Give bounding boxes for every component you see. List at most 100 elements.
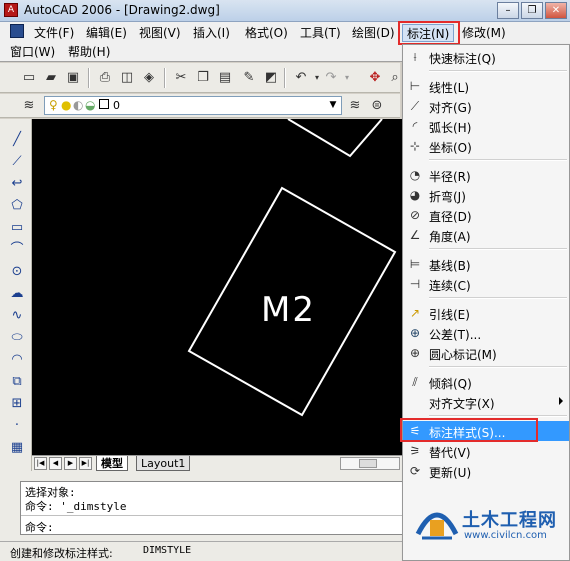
civilcn-logo-icon (415, 512, 459, 540)
menu-item-diameter[interactable]: ⊘ 直径(D) (403, 205, 569, 225)
watermark-title: 土木工程网 (462, 510, 557, 531)
insert-block-icon[interactable]: ⧉ (8, 373, 26, 391)
menu-item-angular[interactable]: ∠ 角度(A) (403, 225, 569, 245)
command-history[interactable]: 选择对象: 命令: '_dimstyle 命令: (20, 481, 404, 535)
draw-toolbar: ╱ ⟋ ↩ ⬠ ▭ ⌒ ⊙ ☁ ∿ ⬭ ◠ ⧉ ⊞ · ▦ (0, 119, 32, 471)
sun-icon[interactable]: ● (61, 98, 71, 112)
baseline-icon: ⊨ (409, 257, 421, 271)
menu-callout-box (398, 21, 460, 45)
watermark: 土木工程网 www.civilcn.com (412, 500, 570, 548)
toolbar-separator (284, 68, 286, 88)
close-button[interactable]: ✕ (545, 2, 567, 19)
menu-item-arc-length[interactable]: ◜ 弧长(H) (403, 116, 569, 136)
menu-item-leader[interactable]: ↗ 引线(E) (403, 303, 569, 323)
menu-item-linear[interactable]: ⊢ 线性(L) (403, 76, 569, 96)
open-icon[interactable]: ▰ (42, 69, 60, 87)
menu-window[interactable]: 窗口(W) (10, 43, 55, 61)
ellipse-icon[interactable]: ⬭ (8, 329, 26, 347)
menu-edit[interactable]: 编辑(E) (86, 24, 127, 42)
scroll-thumb[interactable] (359, 459, 377, 468)
prev-tab-icon[interactable]: ◀ (49, 457, 62, 470)
menu-item-continue[interactable]: ⊣ 连续(C) (403, 274, 569, 294)
block-editor-icon[interactable]: ◩ (262, 69, 280, 87)
construction-line-icon[interactable]: ⟋ (8, 153, 26, 171)
command-prompt[interactable]: 命令: (25, 519, 54, 535)
title-bar: A AutoCAD 2006 - [Drawing2.dwg] – ❐ ✕ (0, 0, 570, 22)
copy-icon[interactable]: ❐ (194, 69, 212, 87)
minimize-button[interactable]: – (497, 2, 519, 19)
menu-item-tolerance[interactable]: ⊕ 公差(T)... (403, 323, 569, 343)
menu-item-oblique[interactable]: ⫽ 倾斜(Q) (403, 372, 569, 392)
menu-item-baseline[interactable]: ⊨ 基线(B) (403, 254, 569, 274)
menu-format[interactable]: 格式(O) (245, 24, 288, 42)
line-icon[interactable]: ╱ (8, 131, 26, 149)
menu-insert[interactable]: 插入(I) (193, 24, 230, 42)
menu-separator (429, 366, 567, 368)
drawing-canvas[interactable]: M2 (32, 119, 404, 455)
window-title: AutoCAD 2006 - [Drawing2.dwg] (24, 3, 220, 17)
plot-icon[interactable]: ◒ (85, 98, 95, 112)
revision-cloud-icon[interactable]: ☁ (8, 285, 26, 303)
tab-model[interactable]: 模型 (96, 456, 128, 471)
publish-icon[interactable]: ◈ (140, 69, 158, 87)
menu-modify[interactable]: 修改(M) (462, 24, 506, 42)
paste-icon[interactable]: ▤ (216, 69, 234, 87)
first-tab-icon[interactable]: |◀ (34, 457, 47, 470)
make-current-icon[interactable]: ≋ (346, 97, 364, 115)
cut-icon[interactable]: ✂ (172, 69, 190, 87)
menu-separator (429, 297, 567, 299)
submenu-arrow-icon (559, 397, 563, 405)
menu-separator (429, 248, 567, 250)
next-tab-icon[interactable]: ▶ (64, 457, 77, 470)
lock-icon[interactable]: ◐ (73, 98, 83, 112)
print-icon[interactable]: ⎙ (96, 69, 114, 87)
layer-manager-icon[interactable]: ≋ (20, 97, 38, 115)
menu-view[interactable]: 视图(V) (139, 24, 181, 42)
center-mark-icon: ⊕ (409, 346, 421, 360)
rectangle-icon[interactable]: ▭ (8, 219, 26, 237)
last-tab-icon[interactable]: ▶| (79, 457, 92, 470)
menu-item-ordinate[interactable]: ⊹ 坐标(O) (403, 136, 569, 156)
document-icon[interactable] (10, 24, 24, 38)
match-properties-icon[interactable]: ✎ (240, 69, 258, 87)
polyline-icon[interactable]: ↩ (8, 175, 26, 193)
menu-item-center-mark[interactable]: ⊕ 圆心标记(M) (403, 343, 569, 363)
circle-icon[interactable]: ⊙ (8, 263, 26, 281)
layer-previous-icon[interactable]: ⊜ (368, 97, 386, 115)
restore-button[interactable]: ❐ (521, 2, 543, 19)
pan-icon[interactable]: ✥ (366, 69, 384, 87)
menu-item-quick-dimension[interactable]: ⟊ 快速标注(Q) (403, 47, 569, 67)
new-icon[interactable]: ▭ (20, 69, 38, 87)
chevron-down-icon[interactable]: ▼ (326, 98, 340, 113)
diameter-icon: ⊘ (409, 208, 421, 222)
preview-icon[interactable]: ◫ (118, 69, 136, 87)
menu-draw[interactable]: 绘图(D) (352, 24, 395, 42)
menu-item-align-text[interactable]: 对齐文字(X) (403, 392, 569, 412)
command-divider (21, 515, 403, 516)
horizontal-scrollbar[interactable] (340, 457, 400, 470)
menu-item-override[interactable]: ⚞ 替代(V) (403, 441, 569, 461)
lightbulb-icon[interactable]: ♀ (49, 98, 58, 112)
quick-dimension-icon: ⟊ (413, 50, 417, 64)
layer-dropdown[interactable]: ♀ ● ◐ ◒ 0 ▼ (44, 96, 342, 115)
menu-separator (429, 415, 567, 417)
chevron-down-icon[interactable]: ▾ (338, 69, 356, 87)
spline-icon[interactable]: ∿ (8, 307, 26, 325)
save-icon[interactable]: ▣ (64, 69, 82, 87)
polygon-icon[interactable]: ⬠ (8, 197, 26, 215)
tab-layout1[interactable]: Layout1 (136, 456, 191, 471)
ellipse-arc-icon[interactable]: ◠ (8, 351, 26, 369)
status-command: DIMSTYLE (143, 545, 192, 556)
hatch-icon[interactable]: ▦ (8, 439, 26, 457)
menu-item-jogged[interactable]: ◕ 折弯(J) (403, 185, 569, 205)
point-icon[interactable]: · (8, 417, 26, 435)
menu-help[interactable]: 帮助(H) (68, 43, 110, 61)
arc-icon[interactable]: ⌒ (8, 241, 26, 259)
menu-tools[interactable]: 工具(T) (300, 24, 341, 42)
menu-item-aligned[interactable]: ⟋ 对齐(G) (403, 96, 569, 116)
command-window: 选择对象: 命令: '_dimstyle 命令: (0, 471, 404, 541)
menu-item-update[interactable]: ⟳ 更新(U) (403, 461, 569, 481)
menu-file[interactable]: 文件(F) (34, 24, 74, 42)
make-block-icon[interactable]: ⊞ (8, 395, 26, 413)
menu-item-radius[interactable]: ◔ 半径(R) (403, 165, 569, 185)
